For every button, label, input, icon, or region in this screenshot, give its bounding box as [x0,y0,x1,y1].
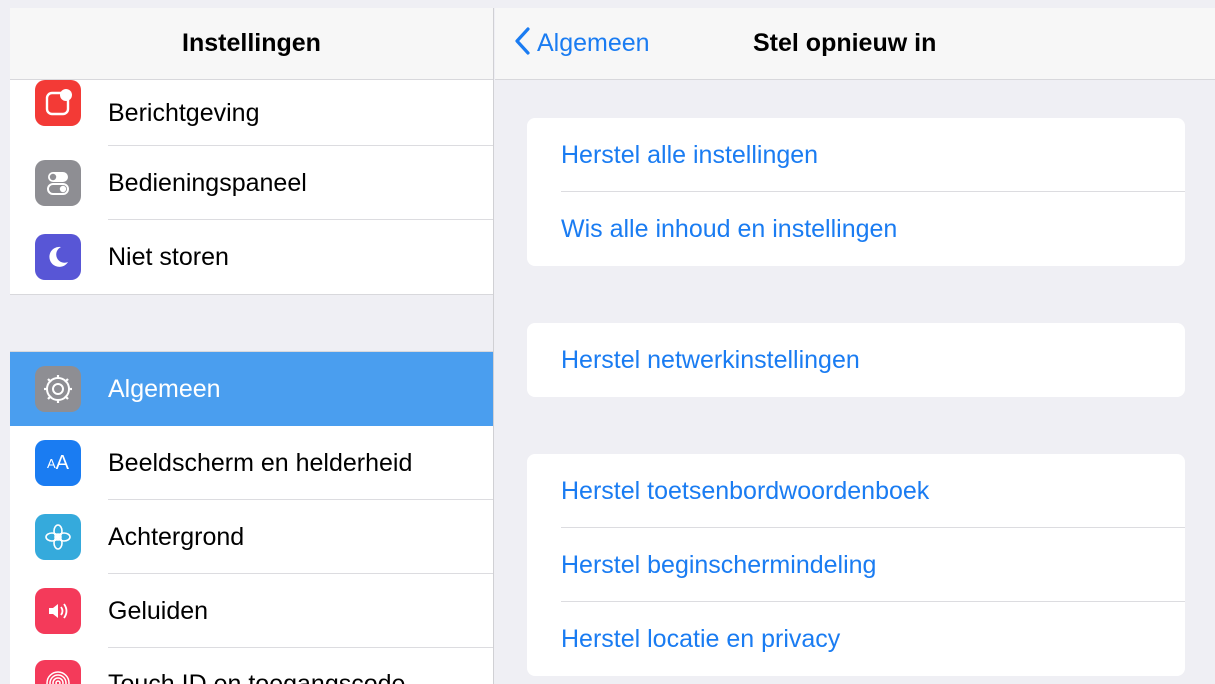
reset-item-label: Herstel locatie en privacy [561,624,841,653]
settings-sidebar: Instellingen Berichtgeving Bedieningspan… [10,8,494,684]
reset-group-3: Herstel toetsenbordwoordenboek Herstel b… [527,454,1185,676]
sidebar-item-label: Touch ID en toegangscode [108,670,406,684]
page-title: Stel opnieuw in [753,29,937,57]
reset-item-label: Herstel toetsenbordwoordenboek [561,476,930,505]
speaker-icon [35,588,81,634]
navigation-bar: Algemeen Stel opnieuw in [495,8,1215,80]
reset-item-label: Wis alle inhoud en instellingen [561,214,898,243]
sidebar-item-beeldscherm[interactable]: AA Beeldscherm en helderheid [10,426,493,500]
sidebar-item-label: Niet storen [108,242,229,271]
reset-home-screen-button[interactable]: Herstel beginschermindeling [527,528,1185,602]
sidebar-item-achtergrond[interactable]: Achtergrond [10,500,493,574]
fingerprint-icon [35,660,81,684]
back-button-label: Algemeen [537,29,650,57]
sidebar-item-niet-storen[interactable]: Niet storen [10,220,493,294]
gear-icon [35,366,81,412]
sidebar-title: Instellingen [182,29,321,57]
sidebar-item-algemeen[interactable]: Algemeen [10,352,493,426]
reset-network-button[interactable]: Herstel netwerkinstellingen [527,323,1185,397]
sidebar-header: Instellingen [10,8,493,80]
control-center-icon [35,160,81,206]
reset-keyboard-dictionary-button[interactable]: Herstel toetsenbordwoordenboek [527,454,1185,528]
chevron-left-icon [513,26,531,61]
reset-location-privacy-button[interactable]: Herstel locatie en privacy [527,602,1185,676]
reset-group-2: Herstel netwerkinstellingen [527,323,1185,397]
wallpaper-flower-icon [35,514,81,560]
display-brightness-icon: AA [35,440,81,486]
reset-group-1: Herstel alle instellingen Wis alle inhou… [527,118,1185,266]
sidebar-item-geluiden[interactable]: Geluiden [10,574,493,648]
sidebar-item-touch-id[interactable]: Touch ID en toegangscode [10,648,493,684]
sidebar-item-label: Geluiden [108,596,209,625]
detail-pane: Algemeen Stel opnieuw in Herstel alle in… [495,8,1215,684]
reset-item-label: Herstel beginschermindeling [561,550,877,579]
moon-icon [35,234,81,280]
sidebar-item-berichtgeving[interactable]: Berichtgeving [10,80,493,146]
reset-item-label: Herstel alle instellingen [561,140,819,169]
sidebar-item-label: Berichtgeving [108,98,260,127]
erase-all-content-button[interactable]: Wis alle inhoud en instellingen [527,192,1185,266]
back-button[interactable]: Algemeen [513,26,650,61]
sidebar-group-2: Algemeen AA Beeldscherm en helderheid Ac… [10,351,493,684]
notifications-icon [35,80,81,126]
sidebar-item-label: Achtergrond [108,522,245,551]
reset-item-label: Herstel netwerkinstellingen [561,345,860,374]
sidebar-group-1: Berichtgeving Bedieningspaneel Niet stor… [10,80,493,295]
sidebar-item-bedieningspaneel[interactable]: Bedieningspaneel [10,146,493,220]
sidebar-item-label: Algemeen [108,374,221,403]
sidebar-item-label: Bedieningspaneel [108,168,307,197]
reset-all-settings-button[interactable]: Herstel alle instellingen [527,118,1185,192]
section-gap [10,295,493,351]
sidebar-item-label: Beeldscherm en helderheid [108,448,413,477]
